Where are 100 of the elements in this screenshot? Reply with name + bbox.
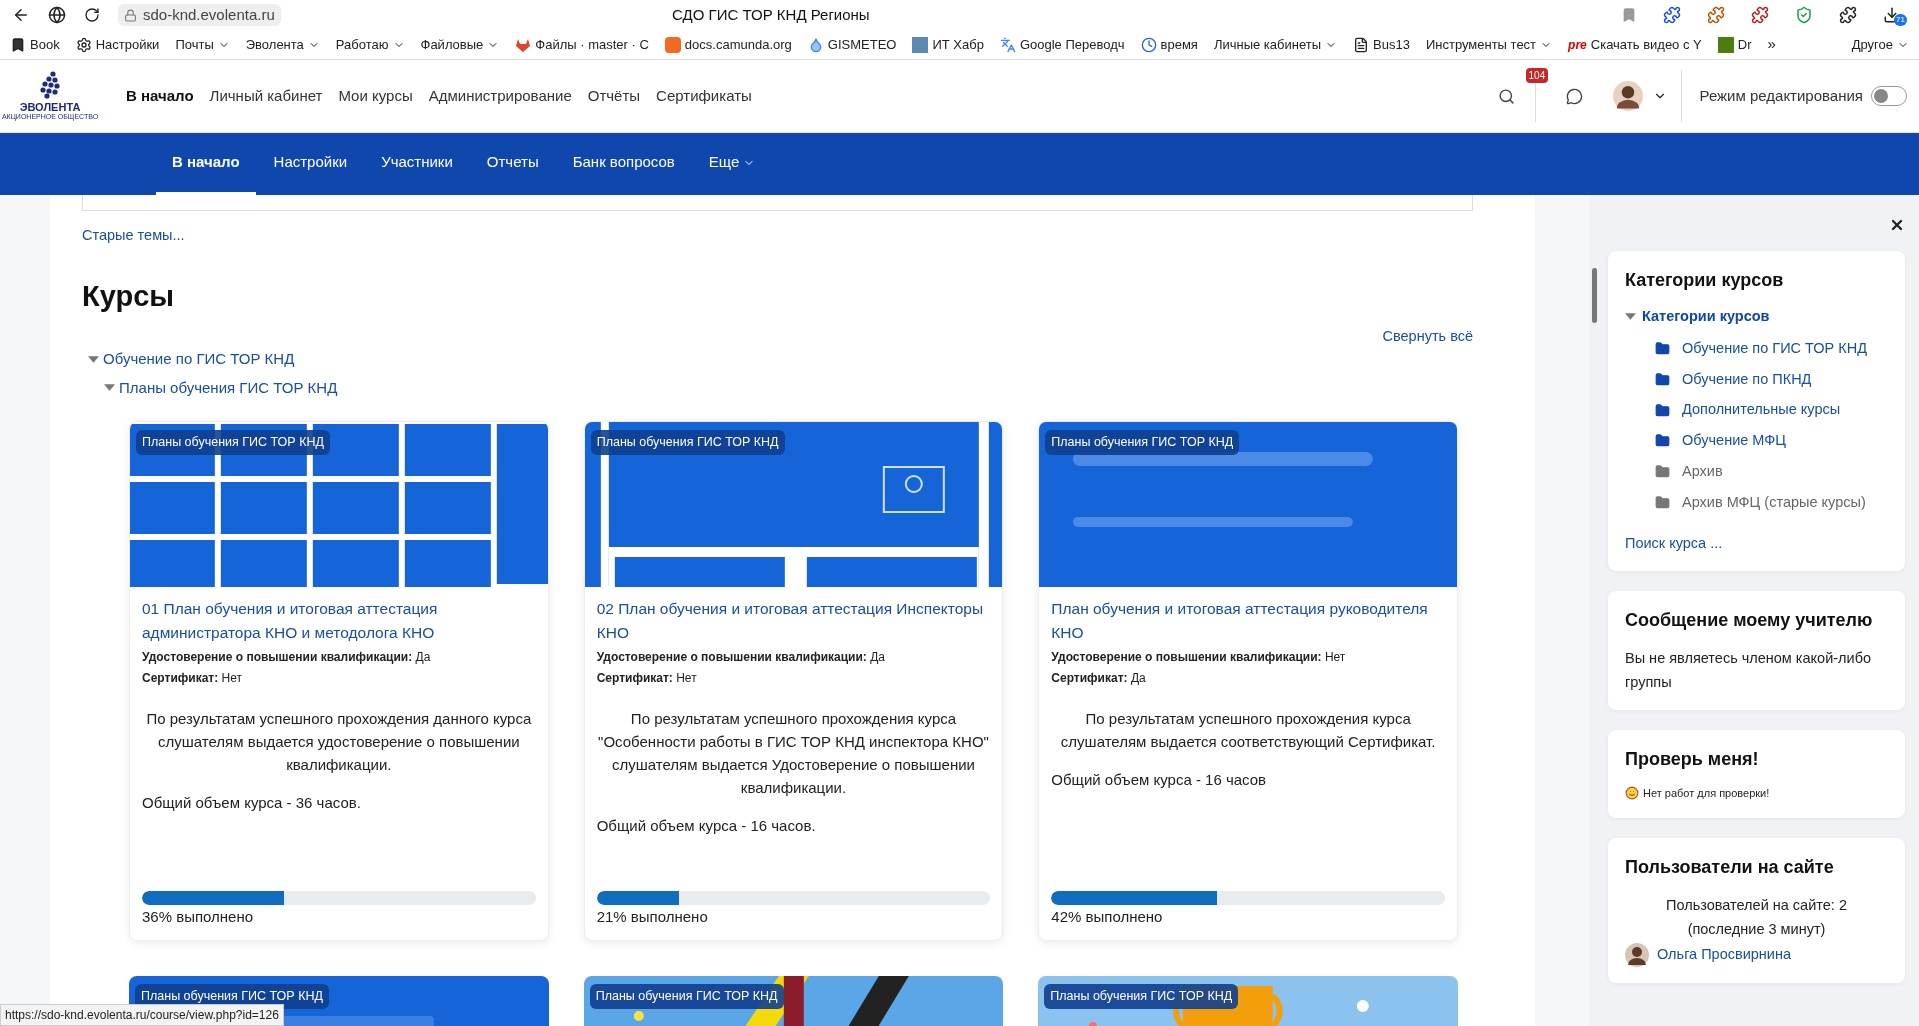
page-heading: Курсы: [82, 278, 176, 314]
course-title-link[interactable]: 02 План обучения и итоговая аттестация Инспекторы КНО: [596, 597, 991, 645]
course-field: Удостоверение о повышении квалификации: Да: [142, 649, 536, 666]
collapse-all-link[interactable]: Свернуть всё: [1382, 326, 1473, 348]
category-badge: Планы обучения ГИС ТОР КНД: [1044, 984, 1239, 1009]
status-url: https://sdo-knd.evolenta.ru/course/view.php?id=126: [0, 1004, 284, 1026]
extension-icon[interactable]: [1839, 6, 1857, 24]
search-courses-link[interactable]: Поиск курса ...: [1625, 533, 1888, 555]
bookmark-item[interactable]: pre Скачать видео с Y: [1568, 34, 1702, 55]
course-nav-tab[interactable]: Банк вопросов: [556, 133, 691, 195]
bookmark-folder[interactable]: Файловые: [420, 34, 500, 55]
course-field: Сертификат: Нет: [142, 670, 536, 687]
address-bar[interactable]: sdo-knd.evolenta.ru: [118, 4, 281, 26]
avatar-icon[interactable]: [1612, 81, 1643, 111]
edit-mode-switch[interactable]: [1871, 86, 1907, 106]
site-icon: [912, 36, 929, 53]
scrollbar-thumb[interactable]: [1592, 268, 1597, 323]
category-link[interactable]: Обучение МФЦ: [1682, 430, 1786, 452]
extension-icon[interactable]: [1663, 6, 1681, 24]
course-field: Сертификат: Да: [1051, 670, 1445, 687]
settings-icon: [75, 36, 92, 53]
page-title: СДО ГИС ТОР КНД Регионы: [672, 4, 870, 25]
back-icon[interactable]: [12, 6, 30, 24]
block-title: Проверь меня!: [1625, 748, 1760, 771]
course-nav-tab[interactable]: Еще: [692, 133, 772, 195]
nav-link[interactable]: Личный кабинет: [209, 84, 323, 108]
nav-link[interactable]: Сертификаты: [656, 84, 752, 108]
nav-link[interactable]: Отчёты: [587, 84, 641, 108]
category-link[interactable]: Дополнительные курсы: [1682, 399, 1841, 421]
bookmark-folder[interactable]: Инструменты тест: [1425, 34, 1553, 55]
bookmark-item[interactable]: время: [1140, 34, 1198, 55]
caret-icon[interactable]: [1625, 311, 1636, 323]
progress-text: 36% выполнено: [142, 906, 255, 927]
bookmark-folder[interactable]: Работаю: [335, 34, 405, 55]
block-title: Пользователи на сайте: [1625, 855, 1835, 879]
bookmark-item[interactable]: Book: [10, 34, 60, 55]
shield-icon[interactable]: [1795, 6, 1813, 24]
lock-icon: [124, 8, 137, 22]
reload-icon[interactable]: [84, 7, 100, 23]
bookmark-icon[interactable]: [1621, 7, 1637, 23]
bookmark-item[interactable]: Файлы · master · С: [515, 34, 649, 55]
block-title: Категории курсов: [1625, 269, 1785, 292]
site-icon: [1717, 36, 1734, 53]
bookmark-folder[interactable]: Эволента: [245, 34, 320, 55]
extension-icon[interactable]: [1751, 6, 1769, 24]
category-link[interactable]: Категории курсов: [1642, 306, 1770, 328]
bookmark-folder[interactable]: Личные кабинеты: [1213, 34, 1338, 55]
category-badge: Планы обучения ГИС ТОР КНД: [1045, 430, 1240, 455]
course-hours: Общий объем курса - 36 часов.: [142, 793, 362, 813]
bookmark-item[interactable]: Google Переводч: [999, 34, 1125, 55]
bookmark-item[interactable]: GISMETEO: [807, 34, 897, 55]
course-description: По результатам успешного прохождения данного курса слушателям выдается удостоверение о повышении квалификации.: [145, 709, 533, 775]
bookmark-item[interactable]: Bus13: [1353, 34, 1410, 55]
bookmark-folder[interactable]: Другое: [1851, 34, 1909, 55]
old-topics-link[interactable]: Старые темы...: [82, 225, 1503, 247]
course-field: Сертификат: Нет: [596, 670, 991, 687]
edit-mode-label: Режим редактирования: [1699, 85, 1863, 106]
caret-icon[interactable]: [88, 353, 99, 365]
clock-icon: [1140, 36, 1157, 53]
category-link[interactable]: Обучение по ПКНД: [1682, 368, 1812, 391]
category-badge: Планы обучения ГИС ТОР КНД: [136, 430, 330, 455]
nav-link[interactable]: В начало: [126, 84, 194, 108]
course-description: По результатам успешного прохождения курса "Особенности работы в ГИС ТОР КНД инспектора КНО" слушателям выдается Удостоверение о повышении квалификации.: [597, 709, 990, 798]
search-icon[interactable]: [1497, 87, 1515, 105]
course-hours: Общий объем курса - 16 часов.: [596, 816, 817, 836]
category-link[interactable]: Обучение по ГИС ТОР КНД: [1682, 337, 1867, 360]
close-icon[interactable]: [1889, 217, 1905, 233]
block-text: Нет работ для проверки!: [1643, 786, 1770, 801]
messages-icon[interactable]: [1565, 87, 1583, 105]
course-description: По результатам успешного прохождения курса слушателям выдается соответствующий Сертификат.: [1059, 709, 1437, 752]
browser-logo-icon[interactable]: [48, 6, 66, 24]
bookmark-item[interactable]: ИТ Хабр: [912, 34, 984, 55]
course-title-link[interactable]: 01 План обучения и итоговая аттестация администратора КНО и методолога КНО: [142, 597, 536, 645]
progress-text: 42% выполнено: [1051, 906, 1164, 927]
bookmark-folder[interactable]: Почты: [175, 34, 230, 55]
caret-icon[interactable]: [104, 382, 115, 394]
course-field: Удостоверение о повышении квалификации: Да: [596, 649, 991, 666]
nav-link[interactable]: Мои курсы: [338, 84, 413, 108]
category-link[interactable]: Планы обучения ГИС ТОР КНД: [119, 376, 338, 399]
user-link[interactable]: Ольга Просвирнина: [1657, 943, 1792, 966]
category-link[interactable]: Архив МФЦ (старые курсы): [1682, 491, 1866, 514]
logo-icon: pre: [1568, 35, 1587, 54]
logo-text: ЭВОЛЕНТА: [19, 101, 81, 113]
category-badge: Планы обучения ГИС ТОР КНД: [589, 984, 784, 1009]
nav-link[interactable]: Администрирование: [428, 84, 572, 108]
progress-text: 21% выполнено: [596, 906, 709, 927]
block-text: Вы не являетесь членом какой-либо группы: [1625, 649, 1873, 692]
course-nav-tab[interactable]: Участники: [365, 133, 469, 195]
avatar-icon: [1625, 942, 1649, 967]
bookmark-item[interactable]: Dr: [1717, 34, 1752, 55]
course-nav-tab[interactable]: Настройки: [257, 133, 364, 195]
more-bookmarks-button[interactable]: »: [1767, 33, 1776, 56]
bookmark-item[interactable]: docs.camunda.org: [664, 34, 792, 55]
course-field: Удостоверение о повышении квалификации: Нет: [1051, 649, 1445, 666]
bookmark-item[interactable]: Настройки: [75, 34, 160, 55]
category-link[interactable]: Архив: [1682, 460, 1723, 483]
course-nav-tab[interactable]: Отчеты: [470, 133, 555, 195]
course-title-link[interactable]: План обучения и итоговая аттестация руководителя КНО: [1051, 597, 1445, 645]
category-link[interactable]: Обучение по ГИС ТОР КНД: [103, 348, 295, 371]
smiley-icon: [1625, 786, 1639, 801]
